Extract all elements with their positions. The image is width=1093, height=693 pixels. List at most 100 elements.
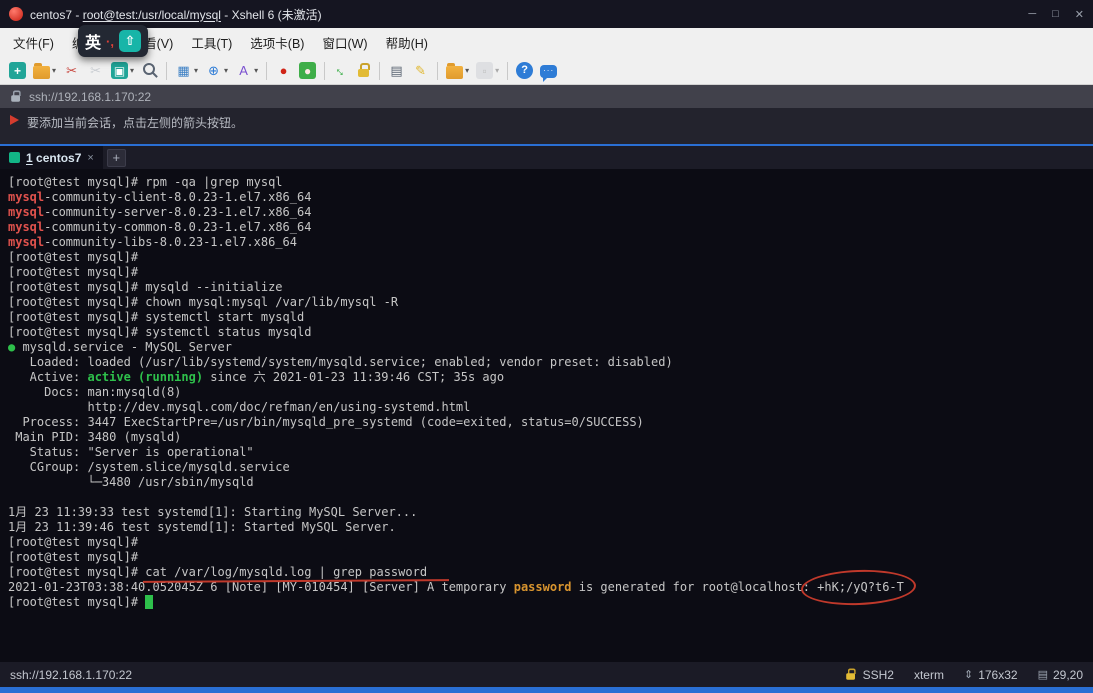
- help-button[interactable]: ?: [513, 61, 536, 80]
- window-title-host: root@test:/usr/local/mysql: [83, 8, 221, 22]
- new-tab-button[interactable]: +: [107, 149, 126, 167]
- tab-centos7[interactable]: 1 centos7 ×: [0, 146, 103, 169]
- lock-screen-button[interactable]: [354, 62, 374, 79]
- info-text: 要添加当前会话，点击左侧的箭头按钮。: [27, 114, 243, 131]
- xshell-logo-icon: [9, 7, 23, 21]
- lock-icon: [10, 91, 21, 103]
- duplicate-session-button[interactable]: ▣▾: [108, 61, 137, 80]
- reconnect-button[interactable]: ✂: [84, 61, 107, 80]
- menu-item-window[interactable]: 窗口(W): [313, 28, 376, 57]
- terminal-line: Loaded: loaded (/usr/lib/systemd/system/…: [8, 355, 1093, 370]
- virtual-keyboard-button[interactable]: ▤: [385, 61, 408, 80]
- dropdown-arrow-icon[interactable]: ▾: [52, 66, 56, 75]
- ime-keyboard-icon[interactable]: ⇧: [119, 30, 141, 52]
- toolbar-separator: [166, 62, 167, 80]
- xagent-icon: ●: [275, 62, 292, 79]
- menu-item-tab[interactable]: 选项卡(B): [241, 28, 313, 57]
- status-url: ssh://192.168.1.170:22: [10, 668, 132, 682]
- ime-popup: 英 ·, ⇧: [78, 25, 148, 57]
- status-cursor-position: ▤ 29,20: [1038, 668, 1083, 682]
- ime-mode-indicator: 英: [85, 29, 101, 53]
- status-cursor-position-label: 29,20: [1053, 668, 1083, 682]
- terminal-output[interactable]: [root@test mysql]# rpm -qa |grep mysqlmy…: [0, 169, 1093, 662]
- terminal-line: Status: "Server is operational": [8, 445, 1093, 460]
- terminal-line: mysql-community-client-8.0.23-1.el7.x86_…: [8, 190, 1093, 205]
- terminal-line: Active: active (running) since 六 2021-01…: [8, 370, 1093, 385]
- font-icon: A: [235, 62, 252, 79]
- terminal-line: http://dev.mysql.com/doc/refman/en/using…: [8, 400, 1093, 415]
- ime-accent-mark: ·,: [106, 34, 114, 49]
- dropdown-arrow-icon[interactable]: ▾: [194, 66, 198, 75]
- dropdown-arrow-icon[interactable]: ▾: [254, 66, 258, 75]
- terminal-line: [root@test mysql]# chown mysql:mysql /va…: [8, 295, 1093, 310]
- new-session-button[interactable]: +: [6, 61, 29, 80]
- dropdown-arrow-icon[interactable]: ▾: [130, 66, 134, 75]
- status-terminal-type: xterm: [914, 668, 944, 682]
- send-file-button[interactable]: ▫▾: [473, 61, 502, 80]
- tab-bar: 1 centos7 × +: [0, 146, 1093, 169]
- add-session-arrow-icon[interactable]: [10, 115, 19, 125]
- session-url: ssh://192.168.1.170:22: [29, 90, 151, 104]
- terminal-line: [root@test mysql]# cat /var/log/mysqld.l…: [8, 565, 1093, 580]
- window-title-session: centos7 -: [30, 8, 83, 22]
- resize-icon: ⇕: [964, 668, 973, 681]
- receive-file-icon: [446, 66, 463, 79]
- terminal-line: mysql-community-libs-8.0.23-1.el7.x86_64: [8, 235, 1093, 250]
- terminal-line: [root@test mysql]#: [8, 550, 1093, 565]
- chat-button[interactable]: ···: [537, 63, 560, 79]
- maximize-button[interactable]: □: [1052, 8, 1059, 21]
- dropdown-arrow-icon[interactable]: ▾: [495, 66, 499, 75]
- fullscreen-button[interactable]: ↔: [330, 61, 353, 80]
- send-file-icon: ▫: [476, 62, 493, 79]
- title-bar: centos7 - root@test:/usr/local/mysql - X…: [0, 0, 1093, 28]
- menu-item-tools[interactable]: 工具(T): [182, 28, 241, 57]
- position-icon: ▤: [1038, 668, 1048, 681]
- window-controls: ─ □ ✕: [1028, 8, 1084, 21]
- menu-item-help[interactable]: 帮助(H): [377, 28, 437, 57]
- terminal-line: ● mysqld.service - MySQL Server: [8, 340, 1093, 355]
- window-title: centos7 - root@test:/usr/local/mysql - X…: [30, 6, 322, 23]
- chat-icon: ···: [540, 65, 557, 78]
- xagent-button[interactable]: ●: [272, 61, 295, 80]
- terminal-line: └─3480 /usr/sbin/mysqld: [8, 475, 1093, 490]
- status-screen-size-label: 176x32: [978, 668, 1017, 682]
- status-protocol: SSH2: [844, 667, 894, 682]
- terminal-line: [root@test mysql]# systemctl start mysql…: [8, 310, 1093, 325]
- receive-file-button[interactable]: ▾: [443, 62, 472, 80]
- xftp-icon: ●: [299, 62, 316, 79]
- status-terminal-type-label: xterm: [914, 668, 944, 682]
- close-button[interactable]: ✕: [1075, 8, 1084, 21]
- tab-close-icon[interactable]: ×: [87, 152, 93, 164]
- terminal-line: [root@test mysql]#: [8, 535, 1093, 550]
- terminal-line: [root@test mysql]#: [8, 250, 1093, 265]
- highlight-icon: ✎: [412, 62, 429, 79]
- address-bar[interactable]: ssh://192.168.1.170:22: [0, 85, 1093, 108]
- toolbar-separator: [379, 62, 380, 80]
- terminal-line: [root@test mysql]# systemctl status mysq…: [8, 325, 1093, 340]
- fullscreen-icon: ↔: [330, 58, 354, 82]
- web-button[interactable]: ⊕▾: [202, 61, 231, 80]
- terminal-line: [root@test mysql]#: [8, 265, 1093, 280]
- xftp-button[interactable]: ●: [296, 61, 319, 80]
- dropdown-arrow-icon[interactable]: ▾: [465, 66, 469, 75]
- status-right: SSH2 xterm ⇕ 176x32 ▤ 29,20: [844, 667, 1083, 682]
- find-button[interactable]: [138, 61, 161, 80]
- toolbar-separator: [437, 62, 438, 80]
- terminal-line: 1月 23 11:39:33 test systemd[1]: Starting…: [8, 505, 1093, 520]
- find-icon: [141, 62, 158, 79]
- tunnel-pane-button[interactable]: ▦▾: [172, 61, 201, 80]
- status-screen-size: ⇕ 176x32: [964, 668, 1018, 682]
- disconnect-button[interactable]: ✂: [60, 61, 83, 80]
- info-bar: 要添加当前会话，点击左侧的箭头按钮。: [0, 108, 1093, 144]
- toolbar-separator: [266, 62, 267, 80]
- terminal-line: [8, 490, 1093, 505]
- minimize-button[interactable]: ─: [1028, 8, 1036, 21]
- help-icon: ?: [516, 62, 533, 79]
- font-button[interactable]: A▾: [232, 61, 261, 80]
- session-connected-icon: [9, 152, 20, 163]
- open-sessions-button[interactable]: ▾: [30, 62, 59, 80]
- dropdown-arrow-icon[interactable]: ▾: [224, 66, 228, 75]
- toolbar: +▾✂✂▣▾▦▾⊕▾A▾●●↔▤✎▾▫▾?···: [0, 57, 1093, 85]
- menu-item-file[interactable]: 文件(F): [4, 28, 63, 57]
- highlight-button[interactable]: ✎: [409, 61, 432, 80]
